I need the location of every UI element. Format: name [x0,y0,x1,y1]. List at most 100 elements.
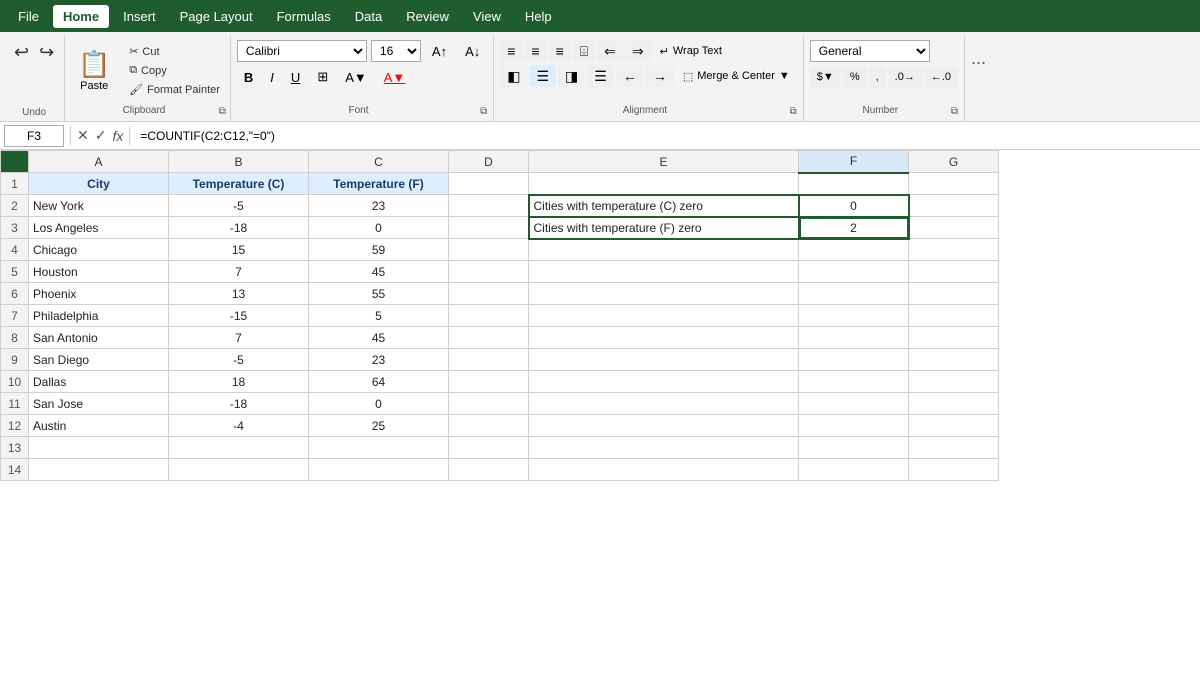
data-cell[interactable]: Temperature (F) [309,173,449,195]
underline-button[interactable]: U [284,66,307,88]
data-cell[interactable]: City [29,173,169,195]
number-format-select[interactable]: General [810,40,930,62]
row-number[interactable]: 1 [1,173,29,195]
data-cell[interactable] [799,283,909,305]
data-cell[interactable]: 5 [309,305,449,327]
data-cell[interactable] [449,393,529,415]
indent-inc-button[interactable]: ⇒ [625,40,651,62]
data-cell[interactable] [909,305,999,327]
data-cell[interactable]: -5 [169,195,309,217]
data-cell[interactable]: Dallas [29,371,169,393]
indent-dec-button[interactable]: ⇐ [597,40,623,62]
menu-formulas[interactable]: Formulas [267,5,341,28]
data-cell[interactable] [309,459,449,481]
data-cell[interactable]: 55 [309,283,449,305]
decimal-dec-button[interactable]: ←.0 [924,66,958,88]
row-number[interactable]: 11 [1,393,29,415]
data-cell[interactable] [909,195,999,217]
number-expand-icon[interactable]: ⧉ [951,106,958,117]
copy-button[interactable]: ⧉ Copy [123,62,226,80]
data-cell[interactable]: 45 [309,261,449,283]
col-header-C[interactable]: C [309,151,449,173]
data-cell[interactable]: 13 [169,283,309,305]
ribbon-overflow[interactable]: ... [971,48,999,69]
data-cell[interactable] [449,283,529,305]
data-cell[interactable]: -15 [169,305,309,327]
data-cell[interactable]: -18 [169,217,309,239]
paste-button[interactable]: 📋 Paste [69,38,119,103]
data-cell[interactable]: San Jose [29,393,169,415]
data-cell[interactable] [169,459,309,481]
data-cell[interactable]: Houston [29,261,169,283]
border-button[interactable]: ⊞ [310,66,335,88]
data-cell[interactable]: Austin [29,415,169,437]
decimal-inc-button[interactable]: .0→ [888,66,922,88]
data-cell[interactable] [449,327,529,349]
cancel-formula-icon[interactable]: ✕ [77,127,89,144]
data-cell[interactable] [799,415,909,437]
data-cell[interactable] [309,437,449,459]
data-cell[interactable]: Phoenix [29,283,169,305]
data-cell[interactable] [529,239,799,261]
data-cell[interactable] [799,261,909,283]
align-top-left-button[interactable]: ≡ [500,40,522,62]
data-cell[interactable] [29,437,169,459]
col-header-corner[interactable]: 0 [1,151,29,173]
italic-button[interactable]: I [263,66,281,88]
confirm-formula-icon[interactable]: ✓ [95,127,107,144]
data-cell[interactable]: 23 [309,195,449,217]
data-cell[interactable] [449,349,529,371]
data-cell[interactable]: Philadelphia [29,305,169,327]
data-cell[interactable] [909,261,999,283]
data-cell[interactable]: Cities with temperature (F) zero [529,217,799,239]
redo-button[interactable]: ↪ [35,40,58,65]
data-cell[interactable]: 7 [169,327,309,349]
data-cell[interactable] [799,349,909,371]
data-cell[interactable] [909,173,999,195]
data-cell[interactable] [449,305,529,327]
grid-container[interactable]: 0 A B C D E F G 1CityTemperature (C)Temp… [0,150,1200,675]
font-expand-icon[interactable]: ⧉ [480,106,487,117]
align-top-right-button[interactable]: ≡ [549,40,571,62]
row-number[interactable]: 3 [1,217,29,239]
col-header-A[interactable]: A [29,151,169,173]
font-size-select[interactable]: 16 [371,40,421,62]
data-cell[interactable] [799,305,909,327]
data-cell[interactable] [449,371,529,393]
row-number[interactable]: 13 [1,437,29,459]
data-cell[interactable] [529,261,799,283]
col-header-G[interactable]: G [909,151,999,173]
data-cell[interactable]: 15 [169,239,309,261]
data-cell[interactable] [909,459,999,481]
row-number[interactable]: 14 [1,459,29,481]
data-cell[interactable] [529,437,799,459]
merge-dropdown-icon[interactable]: ▼ [779,70,790,82]
comma-button[interactable]: , [869,66,886,88]
data-cell[interactable] [529,283,799,305]
data-cell[interactable]: -4 [169,415,309,437]
data-cell[interactable]: San Antonio [29,327,169,349]
menu-insert[interactable]: Insert [113,5,166,28]
undo-button[interactable]: ↩ [10,40,33,65]
data-cell[interactable]: Temperature (C) [169,173,309,195]
data-cell[interactable]: 64 [309,371,449,393]
insert-function-icon[interactable]: fx [112,128,123,144]
data-cell[interactable] [909,349,999,371]
data-cell[interactable] [529,173,799,195]
font-name-select[interactable]: Calibri [237,40,367,62]
menu-view[interactable]: View [463,5,511,28]
data-cell[interactable]: 2 [799,217,909,239]
data-cell[interactable] [909,371,999,393]
data-cell[interactable] [909,393,999,415]
data-cell[interactable] [169,437,309,459]
data-cell[interactable] [799,239,909,261]
menu-home[interactable]: Home [53,5,109,28]
fill-button[interactable]: ⌹ [573,40,595,62]
data-cell[interactable]: 0 [309,393,449,415]
data-cell[interactable] [799,459,909,481]
data-cell[interactable] [799,371,909,393]
align-left-button[interactable]: ◧ [500,65,527,87]
data-cell[interactable] [909,415,999,437]
row-number[interactable]: 8 [1,327,29,349]
row-number[interactable]: 4 [1,239,29,261]
